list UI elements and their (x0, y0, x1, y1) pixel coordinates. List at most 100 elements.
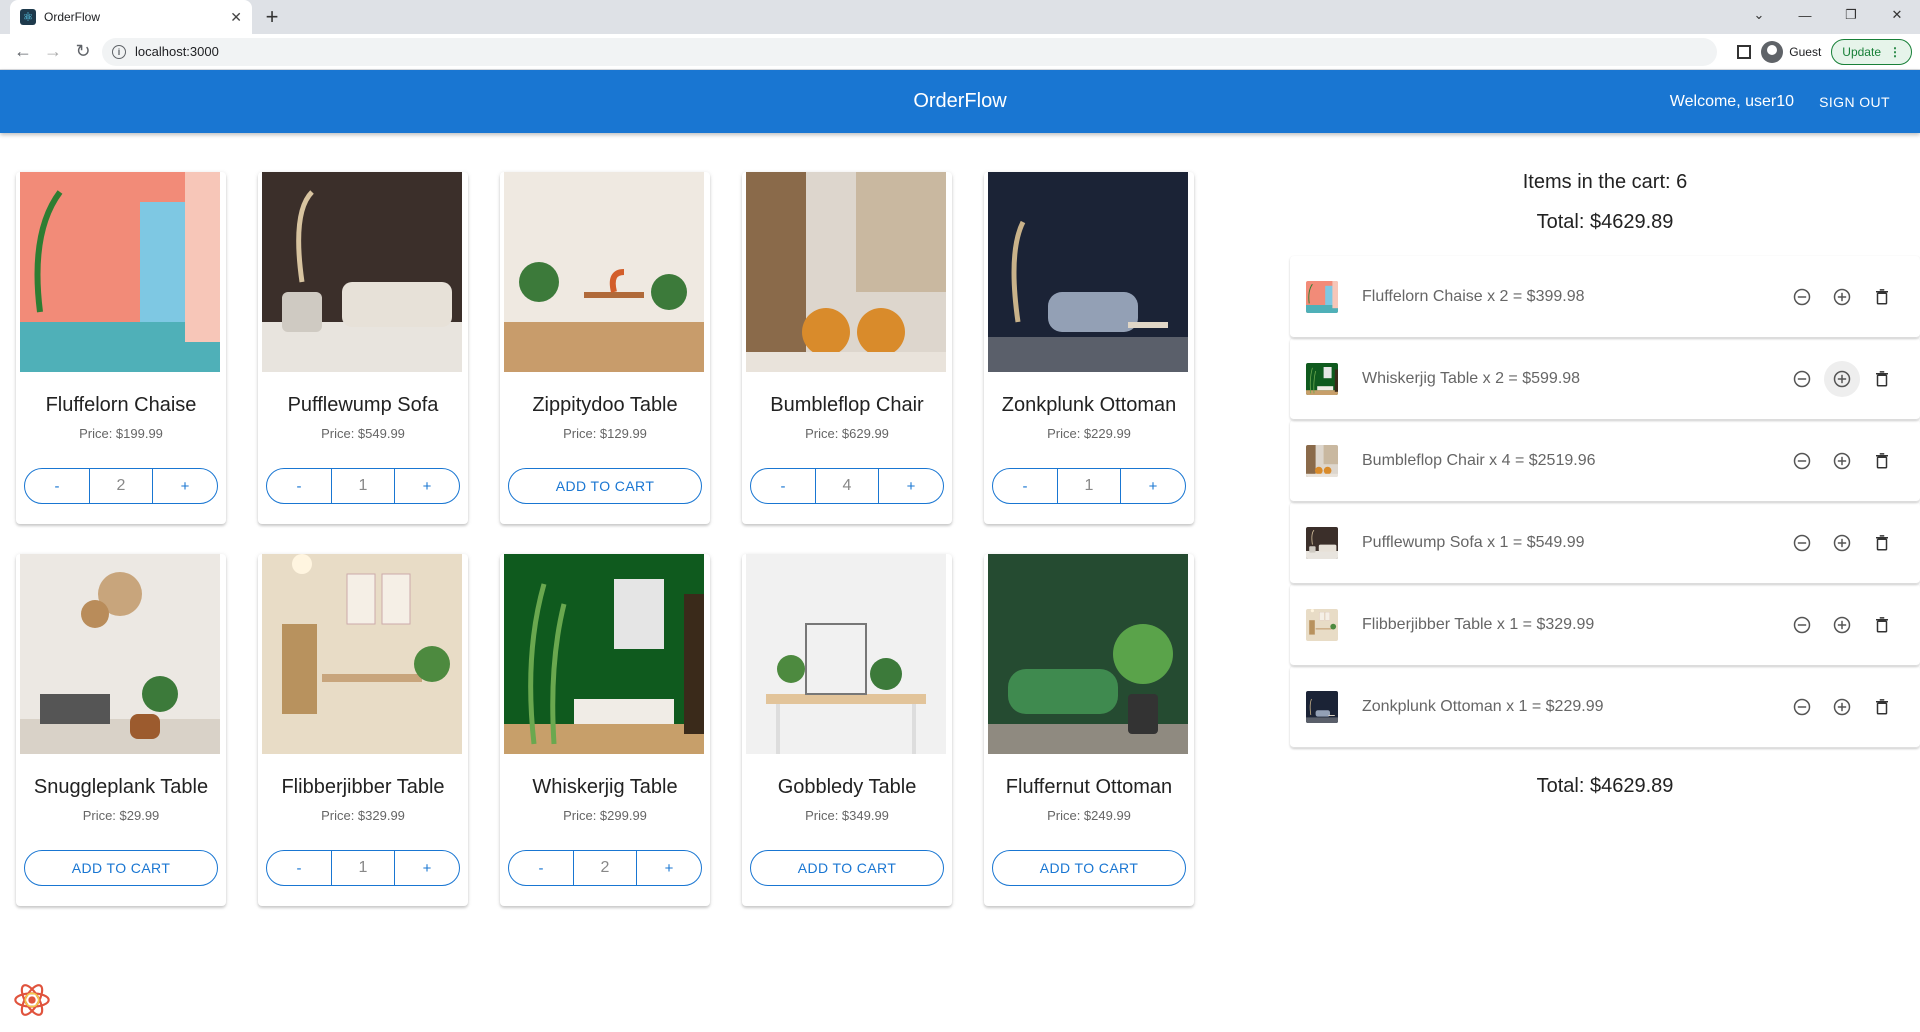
cart-item-thumbnail (1306, 608, 1338, 641)
browser-tab[interactable]: ⚛ OrderFlow ✕ (10, 0, 252, 34)
cart-item-text: Pufflewump Sofa x 1 = $549.99 (1362, 533, 1585, 551)
quantity-stepper: - 2 + (24, 468, 218, 504)
forward-button[interactable]: → (38, 37, 68, 67)
cart-item-actions (1790, 285, 1894, 309)
add-to-cart-button[interactable]: ADD TO CART (24, 850, 218, 886)
new-tab-button[interactable]: + (258, 3, 286, 31)
add-one-icon[interactable] (1830, 531, 1854, 555)
product-grid: Fluffelorn Chaise Price: $199.99 - 2 + P… (16, 172, 1196, 906)
delete-icon[interactable] (1870, 613, 1894, 637)
product-card: Pufflewump Sofa Price: $549.99 - 1 + (258, 172, 468, 524)
cart-item-row: Fluffelorn Chaise x 2 = $399.98 (1290, 256, 1920, 338)
cart-item-thumbnail (1306, 444, 1338, 477)
cart-item-text: Fluffelorn Chaise x 2 = $399.98 (1362, 287, 1585, 305)
cart-item-thumbnail (1306, 690, 1338, 723)
cart-item-actions (1790, 531, 1894, 555)
delete-icon[interactable] (1870, 531, 1894, 555)
add-to-cart-button[interactable]: ADD TO CART (992, 850, 1186, 886)
product-card: Flibberjibber Table Price: $329.99 - 1 + (258, 554, 468, 906)
add-one-icon[interactable] (1824, 360, 1860, 397)
url-text: localhost:3000 (135, 44, 219, 59)
restore-button[interactable]: ❐ (1828, 7, 1874, 23)
add-one-icon[interactable] (1830, 449, 1854, 473)
delete-icon[interactable] (1870, 367, 1894, 391)
cart-item-thumbnail (1306, 526, 1338, 559)
add-to-cart-button[interactable]: ADD TO CART (508, 468, 702, 504)
product-name: Pufflewump Sofa (287, 394, 439, 416)
decrease-quantity-button[interactable]: - (993, 469, 1057, 503)
side-panel-icon[interactable] (1737, 44, 1752, 59)
cart-list: Fluffelorn Chaise x 2 = $399.98 Whiskerj… (1290, 256, 1920, 748)
remove-one-icon[interactable] (1790, 613, 1814, 637)
tab-title: OrderFlow (44, 10, 101, 24)
product-price: Price: $199.99 (79, 426, 163, 441)
cart-item-row: Flibberjibber Table x 1 = $329.99 (1290, 584, 1920, 666)
decrease-quantity-button[interactable]: - (751, 469, 815, 503)
back-button[interactable]: ← (8, 37, 38, 67)
quantity-stepper: - 4 + (750, 468, 944, 504)
remove-one-icon[interactable] (1790, 695, 1814, 719)
product-image (20, 172, 220, 372)
cart-item-thumbnail (1306, 362, 1338, 395)
product-image (262, 172, 462, 372)
app-title: OrderFlow (913, 90, 1007, 112)
delete-icon[interactable] (1870, 449, 1894, 473)
react-favicon-icon: ⚛ (20, 9, 36, 25)
profile-avatar-icon (1761, 40, 1784, 63)
product-image (504, 554, 704, 754)
site-info-icon[interactable]: i (112, 44, 126, 59)
quantity-value: 1 (331, 469, 395, 503)
remove-one-icon[interactable] (1790, 449, 1814, 473)
product-card: Bumbleflop Chair Price: $629.99 - 4 + (742, 172, 952, 524)
increase-quantity-button[interactable]: + (153, 469, 217, 503)
delete-icon[interactable] (1870, 695, 1894, 719)
increase-quantity-button[interactable]: + (637, 851, 701, 885)
cart-total-bottom: Total: $4629.89 (1536, 775, 1674, 797)
add-one-icon[interactable] (1830, 613, 1854, 637)
product-name: Flibberjibber Table (281, 776, 445, 798)
quantity-stepper: - 1 + (992, 468, 1186, 504)
profile-button[interactable]: Guest (1761, 40, 1821, 63)
cart-item-thumbnail (1306, 280, 1338, 313)
tab-close-icon[interactable]: ✕ (230, 9, 242, 26)
minimize-button[interactable]: — (1782, 8, 1828, 23)
product-price: Price: $629.99 (805, 426, 889, 441)
cart-item-text: Whiskerjig Table x 2 = $599.98 (1362, 369, 1581, 387)
remove-one-icon[interactable] (1790, 367, 1814, 391)
decrease-quantity-button[interactable]: - (267, 851, 331, 885)
product-card: Fluffernut Ottoman Price: $249.99 ADD TO… (984, 554, 1194, 906)
product-name: Whiskerjig Table (532, 776, 678, 798)
cart-total-top: Total: $4629.89 (1536, 211, 1674, 233)
cart-item-actions (1790, 613, 1894, 637)
update-button[interactable]: Update ⋮ (1831, 38, 1912, 65)
react-devtools-icon[interactable] (12, 980, 52, 1020)
increase-quantity-button[interactable]: + (1121, 469, 1185, 503)
cart-item-actions (1790, 695, 1894, 719)
sign-out-button[interactable]: SIGN OUT (1819, 70, 1890, 133)
increase-quantity-button[interactable]: + (395, 469, 459, 503)
close-window-button[interactable]: ✕ (1874, 7, 1920, 23)
browser-toolbar: ← → ↻ i localhost:3000 Guest Update ⋮ (0, 34, 1920, 70)
increase-quantity-button[interactable]: + (879, 469, 943, 503)
update-label: Update (1842, 44, 1881, 59)
cart-item-row: Bumbleflop Chair x 4 = $2519.96 (1290, 420, 1920, 502)
add-one-icon[interactable] (1830, 695, 1854, 719)
add-to-cart-button[interactable]: ADD TO CART (750, 850, 944, 886)
remove-one-icon[interactable] (1790, 285, 1814, 309)
reload-button[interactable]: ↻ (68, 37, 98, 67)
add-one-icon[interactable] (1830, 285, 1854, 309)
product-card: Zonkplunk Ottoman Price: $229.99 - 1 + (984, 172, 1194, 524)
cart-item-text: Bumbleflop Chair x 4 = $2519.96 (1362, 451, 1596, 469)
tab-search-icon[interactable]: ⌄ (1736, 7, 1782, 23)
delete-icon[interactable] (1870, 285, 1894, 309)
address-bar[interactable]: i localhost:3000 (102, 37, 1718, 66)
cart-item-actions (1790, 449, 1894, 473)
browser-tab-bar: ⚛ OrderFlow ✕ + ⌄ — ❐ ✕ (0, 0, 1920, 34)
remove-one-icon[interactable] (1790, 531, 1814, 555)
decrease-quantity-button[interactable]: - (25, 469, 89, 503)
decrease-quantity-button[interactable]: - (509, 851, 573, 885)
increase-quantity-button[interactable]: + (395, 851, 459, 885)
cart-item-row: Whiskerjig Table x 2 = $599.98 (1290, 338, 1920, 420)
decrease-quantity-button[interactable]: - (267, 469, 331, 503)
product-name: Bumbleflop Chair (770, 394, 924, 416)
